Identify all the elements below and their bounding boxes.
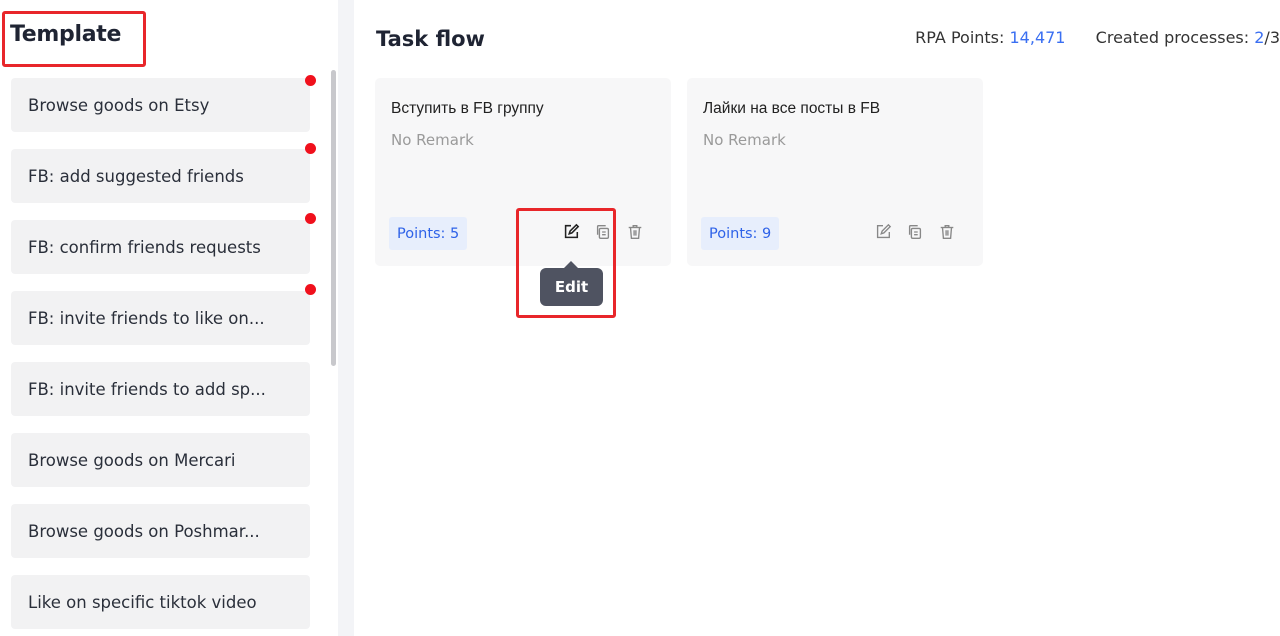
new-indicator-dot [305,284,316,295]
template-panel: Template Browse goods on Etsy FB: add su… [0,0,338,636]
template-item-label: FB: invite friends to add sp... [28,379,266,399]
template-item-label: FB: confirm friends requests [28,237,261,257]
card-actions [873,222,957,242]
points-badge: Points: 5 [389,217,468,250]
page-title: Task flow [376,27,485,51]
template-item[interactable]: FB: invite friends to add sp... [11,362,310,416]
delete-icon[interactable] [625,222,645,242]
template-item[interactable]: Like on specific tiktok video [11,575,310,629]
template-item-label: Like on specific tiktok video [28,592,257,612]
new-indicator-dot [305,75,316,86]
task-card[interactable]: Вступить в FB группу No Remark Points: 5 [375,78,671,266]
edit-icon[interactable] [561,222,581,242]
template-item[interactable]: FB: add suggested friends [11,149,310,203]
created-processes-label: Created processes: [1095,28,1250,47]
task-title: Лайки на все посты в FB [703,100,881,117]
points-badge: Points: 9 [701,217,780,250]
created-processes-value: 2 [1254,28,1265,47]
copy-icon[interactable] [905,222,925,242]
card-actions [561,222,645,242]
template-item[interactable]: FB: confirm friends requests [11,220,310,274]
template-item-label: Browse goods on Poshmar... [28,521,260,541]
task-title: Вступить в FB группу [391,100,544,117]
tooltip-arrow [564,261,578,268]
panel-divider [338,0,354,636]
stats-bar: RPA Points: 14,471 Created processes: 2/… [915,28,1280,47]
template-item-label: Browse goods on Mercari [28,450,236,470]
template-heading: Template [10,22,122,47]
task-remark: No Remark [703,131,786,149]
rpa-points-label: RPA Points: [915,28,1005,47]
template-item[interactable]: Browse goods on Etsy [11,78,310,132]
sidebar-scrollbar[interactable] [331,70,336,366]
copy-icon[interactable] [593,222,613,242]
template-item[interactable]: FB: invite friends to like on... [11,291,310,345]
edit-tooltip: Edit [540,268,603,306]
created-processes-total: /3 [1264,28,1280,47]
template-list: Browse goods on Etsy FB: add suggested f… [11,78,311,636]
new-indicator-dot [305,143,316,154]
app-root: Template Browse goods on Etsy FB: add su… [0,0,1280,636]
template-item[interactable]: Browse goods on Poshmar... [11,504,310,558]
template-item[interactable]: Browse goods on Mercari [11,433,310,487]
new-indicator-dot [305,213,316,224]
delete-icon[interactable] [937,222,957,242]
rpa-points-value: 14,471 [1009,28,1066,47]
task-card[interactable]: Лайки на все посты в FB No Remark Points… [687,78,983,266]
template-item-label: FB: invite friends to like on... [28,308,265,328]
template-item-label: Browse goods on Etsy [28,95,210,115]
task-remark: No Remark [391,131,474,149]
edit-icon[interactable] [873,222,893,242]
template-item-label: FB: add suggested friends [28,166,244,186]
